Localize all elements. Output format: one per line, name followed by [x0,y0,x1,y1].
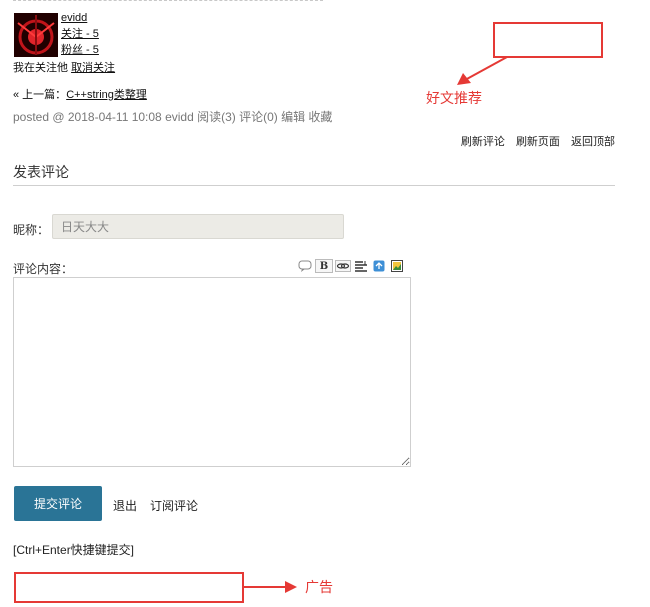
recommend-annotation-box [493,22,603,58]
comment-content-label: 评论内容： [13,262,74,276]
post-footer-links: 刷新评论 刷新页面 返回顶部 [453,133,615,149]
section-divider [13,185,615,186]
quote-icon[interactable] [297,259,313,273]
prev-post-link[interactable]: C++string类整理 [66,89,147,101]
following-count-link[interactable]: 关注 - 5 [61,27,99,41]
annotation-arrow-icon [457,56,508,85]
upload-icon[interactable] [371,259,387,273]
dashed-divider [13,0,323,1]
image-icon[interactable] [389,259,405,273]
logout-link[interactable]: 退出 [113,497,137,514]
comment-section-title: 发表评论 [13,164,69,180]
ad-annotation-box [14,572,244,603]
shortcut-hint: [Ctrl+Enter快捷键提交] [13,543,135,557]
author-name-link[interactable]: evidd [61,11,87,25]
code-icon[interactable] [353,259,369,273]
author-avatar[interactable] [14,13,58,57]
back-to-top-link[interactable]: 返回顶部 [571,136,615,148]
refresh-page-link[interactable]: 刷新页面 [516,136,560,148]
recommend-annotation-label: 好文推荐 [426,90,482,106]
prev-post-nav: « 上一篇：C++string类整理 [13,86,147,102]
subscribe-comments-link[interactable]: 订阅评论 [150,497,198,514]
nickname-field[interactable] [52,214,344,239]
annotation-arrow-icon [243,581,297,593]
bold-icon[interactable]: B [315,259,333,273]
followers-count-link[interactable]: 粉丝 - 5 [61,43,99,57]
ad-annotation-label: 广告 [305,579,333,595]
unfollow-link[interactable]: 取消关注 [71,62,115,74]
comment-toolbar: B [297,259,405,273]
follow-status: 我在关注他 取消关注 [13,59,115,75]
follow-status-text: 我在关注他 [13,62,68,74]
refresh-comments-link[interactable]: 刷新评论 [461,136,505,148]
prev-post-prefix: « 上一篇： [13,89,67,101]
submit-comment-button[interactable]: 提交评论 [14,486,102,521]
comment-textarea[interactable] [13,277,411,467]
nickname-label: 昵称： [13,223,50,237]
post-info: posted @ 2018-04-11 10:08 evidd 阅读(3) 评论… [13,110,333,124]
link-icon[interactable] [335,259,351,273]
